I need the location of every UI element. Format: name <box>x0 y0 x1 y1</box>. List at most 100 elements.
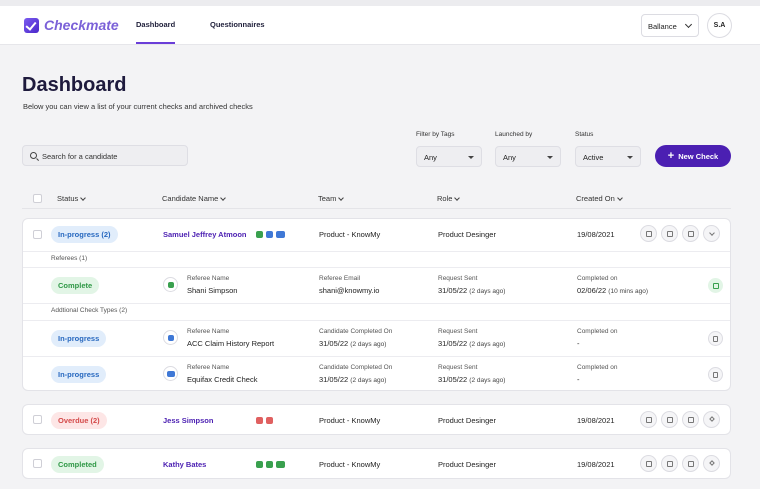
row-actions <box>640 225 720 242</box>
checkbox-icon <box>645 416 652 423</box>
created-cell: 19/08/2021 <box>577 416 615 425</box>
caret-down-icon <box>627 156 633 159</box>
archive-icon <box>666 416 673 423</box>
expand-toggle-button[interactable] <box>703 225 720 242</box>
expand-toggle-button[interactable] <box>703 411 720 428</box>
tab-dashboard[interactable]: Dashboard <box>136 20 176 44</box>
trash-icon <box>687 460 694 467</box>
candidate-completed-date: 31/05/22 <box>319 375 349 384</box>
check-name: Equifax Credit Check <box>187 375 258 384</box>
table-row[interactable]: Overdue (2) Jess Simpson Product - KnowM… <box>22 404 731 435</box>
review-button[interactable] <box>640 455 657 472</box>
check-row: In-progress Referee Name ACC Claim Histo… <box>23 320 730 356</box>
check-row: In-progress Referee Name Equifax Credit … <box>23 356 730 391</box>
check-status-badge: In-progress <box>51 330 107 347</box>
request-sent-label: Request Sent <box>438 364 478 371</box>
status-filter-select[interactable]: Active <box>575 146 641 167</box>
plus-icon: + <box>667 150 675 162</box>
table-header: Status Candidate Name Team Role Created … <box>22 188 731 209</box>
new-check-button[interactable]: + New Check <box>655 145 731 167</box>
tenant-select[interactable]: Ballance <box>641 14 699 37</box>
archive-button[interactable] <box>661 455 678 472</box>
status-badge: Overdue (2) <box>51 412 107 429</box>
launched-by-select[interactable]: Any <box>495 146 561 167</box>
table-row-expanded: In-progress (2) Samuel Jeffrey Atmoon Pr… <box>22 218 731 391</box>
candidate-name-link[interactable]: Samuel Jeffrey Atmoon <box>163 230 247 239</box>
select-all-checkbox[interactable] <box>33 194 42 203</box>
chevron-down-icon <box>80 194 87 201</box>
row-checkbox[interactable] <box>33 459 42 468</box>
expand-toggle-button[interactable] <box>703 455 720 472</box>
row-checkbox[interactable] <box>33 415 42 424</box>
shield-icon <box>266 417 273 424</box>
status-badge: Completed <box>51 456 104 473</box>
checkbox-icon <box>645 230 652 237</box>
column-candidate-name[interactable]: Candidate Name <box>162 194 227 203</box>
app-header: Checkmate Dashboard Questionnaires Balla… <box>0 6 760 45</box>
request-sent-ago: (2 days ago) <box>469 377 506 384</box>
column-label: Team <box>318 194 337 203</box>
trash-icon <box>687 416 694 423</box>
column-role[interactable]: Role <box>437 194 461 203</box>
user-avatar[interactable]: S.A <box>707 13 732 38</box>
review-button[interactable] <box>640 225 657 242</box>
person-icon <box>167 281 174 288</box>
chevron-down-icon <box>616 194 623 201</box>
caret-down-icon <box>468 156 474 159</box>
referee-row: Complete Referee Name Shani Simpson Refe… <box>23 267 730 303</box>
candidate-completed-date: 31/05/22 <box>319 339 349 348</box>
referees-section-header: Referees (1) <box>23 251 730 264</box>
request-sent-date: 31/05/22 <box>438 375 468 384</box>
request-sent-value: 31/05/22 (2 days ago) <box>438 286 505 295</box>
candidate-completed-label: Candidate Completed On <box>319 328 393 335</box>
table-row[interactable]: Completed Kathy Bates Product - KnowMy P… <box>22 448 731 479</box>
view-report-button[interactable] <box>708 278 723 293</box>
referee-icon <box>163 277 178 292</box>
additional-checks-header: Addtional Check Types (2) <box>23 303 730 316</box>
column-created-on[interactable]: Created On <box>576 194 623 203</box>
row-checkbox[interactable] <box>33 230 42 239</box>
check-type-icon <box>163 330 178 345</box>
delete-check-button[interactable] <box>708 367 723 382</box>
delete-button[interactable] <box>682 455 699 472</box>
request-sent-value: 31/05/22 (2 days ago) <box>438 375 505 384</box>
delete-button[interactable] <box>682 411 699 428</box>
archive-button[interactable] <box>661 411 678 428</box>
archive-button[interactable] <box>661 225 678 242</box>
person-icon <box>256 417 263 424</box>
page-title: Dashboard <box>22 74 127 96</box>
review-button[interactable] <box>640 411 657 428</box>
filter-tags-label: Filter by Tags <box>416 131 455 138</box>
request-sent-date: 31/05/22 <box>438 339 468 348</box>
check-name-label: Referee Name <box>187 328 230 335</box>
check-name: ACC Claim History Report <box>187 339 275 348</box>
request-sent-label: Request Sent <box>438 328 478 335</box>
app-logo[interactable]: Checkmate <box>24 17 119 33</box>
delete-button[interactable] <box>682 225 699 242</box>
trash-icon <box>713 371 718 378</box>
check-name-label: Referee Name <box>187 364 230 371</box>
column-team[interactable]: Team <box>318 194 345 203</box>
candidate-search[interactable] <box>22 145 188 166</box>
role-cell: Product Desinger <box>438 230 496 239</box>
completed-on-value: - <box>577 375 580 384</box>
request-sent-ago: (2 days ago) <box>469 288 506 295</box>
search-input[interactable] <box>42 149 182 163</box>
delete-check-button[interactable] <box>708 331 723 346</box>
column-label: Status <box>57 194 79 203</box>
column-status[interactable]: Status <box>57 194 87 203</box>
candidate-name-link[interactable]: Kathy Bates <box>163 460 206 469</box>
filter-tags-select[interactable]: Any <box>416 146 482 167</box>
chevron-down-icon <box>708 229 715 236</box>
column-label: Role <box>437 194 453 203</box>
request-sent-date: 31/05/22 <box>438 286 468 295</box>
completed-on-label: Completed on <box>577 364 618 371</box>
tab-questionnaires[interactable]: Questionnaires <box>210 20 265 29</box>
app-name: Checkmate <box>44 17 119 33</box>
row-actions <box>640 455 720 472</box>
tenant-label: Ballance <box>648 22 677 31</box>
column-label: Created On <box>576 194 615 203</box>
completed-on-value: 02/06/22 (10 mins ago) <box>577 286 648 295</box>
team-cell: Product - KnowMy <box>319 460 381 469</box>
candidate-name-link[interactable]: Jess Simpson <box>163 416 213 425</box>
